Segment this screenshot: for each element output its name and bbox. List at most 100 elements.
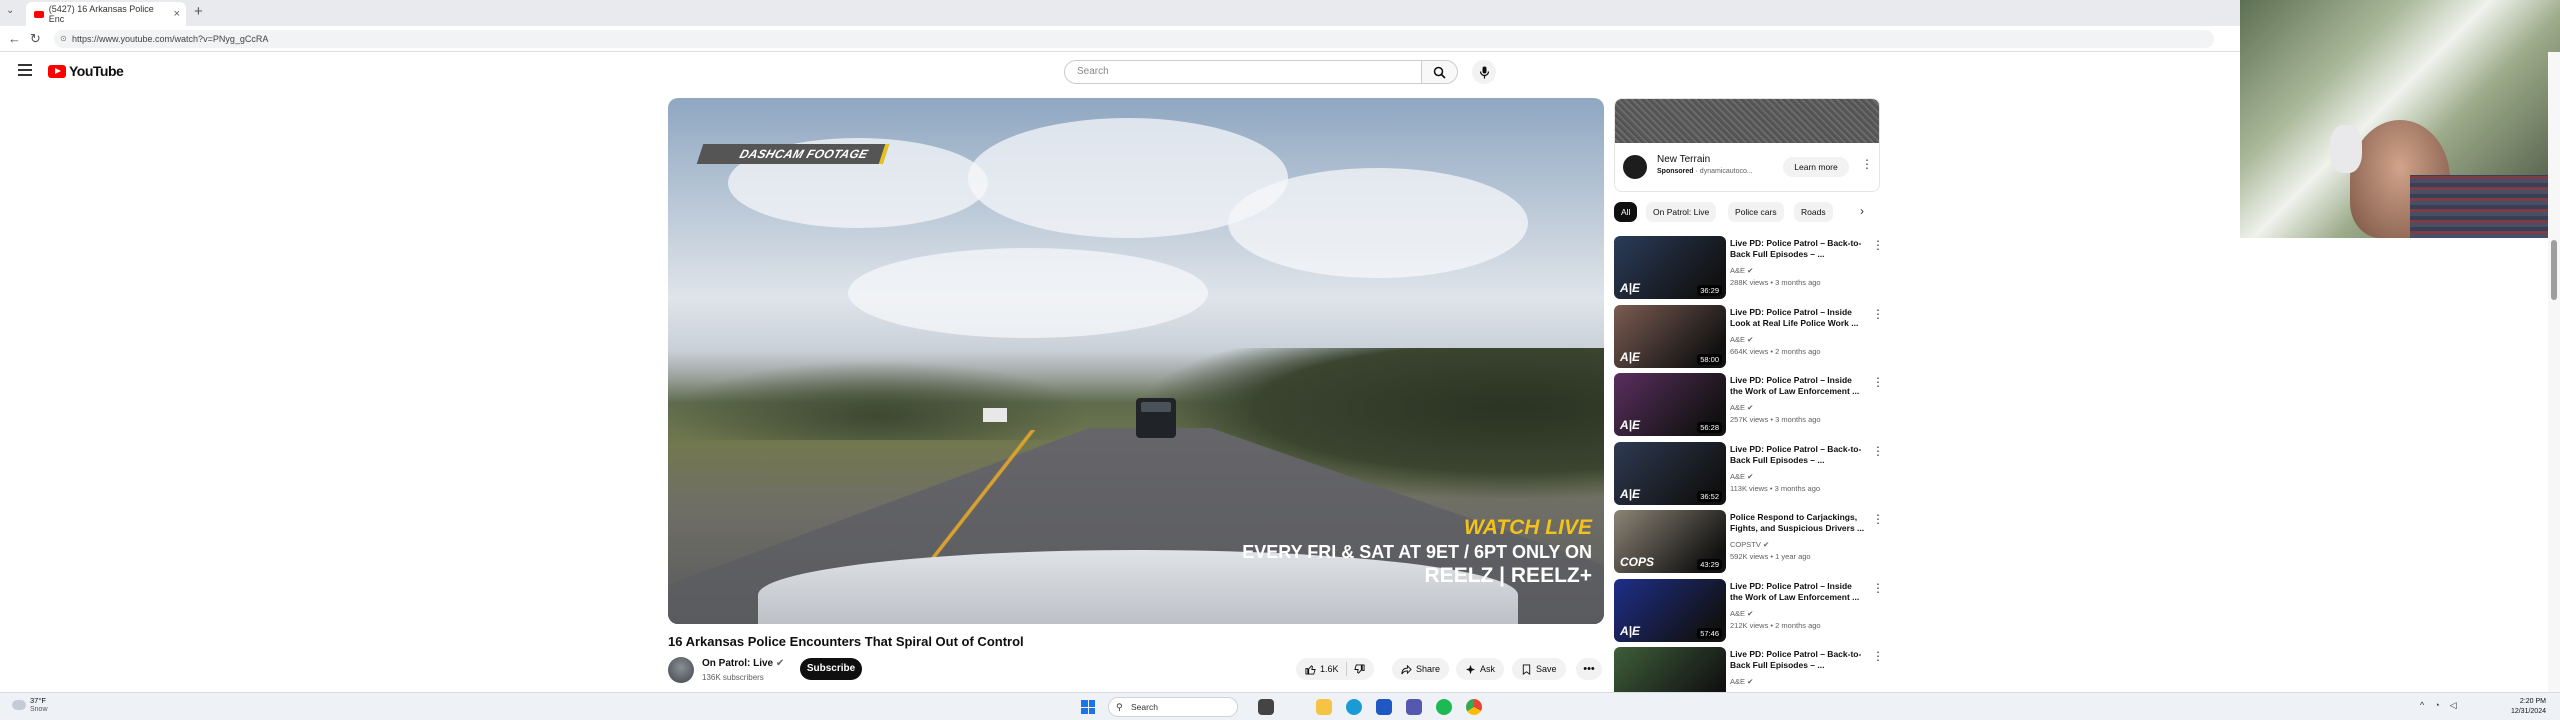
like-button[interactable]: 1.6K [1296, 658, 1374, 680]
subscribe-button[interactable]: Subscribe [800, 658, 862, 680]
chip-on-patrol-live[interactable]: On Patrol: Live [1646, 202, 1717, 222]
chip-all[interactable]: All [1614, 202, 1638, 222]
recommendation-item[interactable]: A|E 56:28 Live PD: Police Patrol – Inside … [1614, 373, 1884, 437]
webcam-overlay [2240, 0, 2560, 238]
recommendation-title[interactable]: Live PD: Police Patrol – Inside Look at … [1730, 307, 1866, 329]
channel-name[interactable]: On Patrol: Live ✔ [702, 658, 784, 669]
save-button[interactable]: Save [1512, 658, 1566, 680]
recommendation-meta: 664K views • 2 months ago [1730, 346, 1821, 356]
recommendation-thumbnail[interactable]: A|E 36:52 [1614, 441, 1726, 505]
verified-check-icon: ✔ [1747, 266, 1754, 275]
sponsored-ad-card[interactable]: New Terrain Sponsored · dynamicautoco...… [1614, 98, 1880, 192]
page-scrollbar[interactable] [2548, 52, 2560, 692]
recommendation-title[interactable]: Live PD: Police Patrol – Back-to-Back Fu… [1730, 444, 1866, 466]
video-treeline-left [668, 360, 1088, 440]
recommendation-thumbnail[interactable]: A|E 36:29 [1614, 236, 1726, 299]
more-vertical-icon[interactable]: ⋮ [1872, 581, 1884, 595]
page-scrollbar-thumb[interactable] [2551, 240, 2557, 300]
recommendation-thumbnail[interactable]: A|E 57:46 [1614, 578, 1726, 642]
recommendation-item[interactable]: A|E 58:00 Live PD: Police Patrol – Inside … [1614, 304, 1884, 369]
clock-time: 2:20 PM [2519, 698, 2546, 705]
more-vertical-icon[interactable]: ⋮ [1872, 444, 1884, 458]
recommendation-item[interactable]: A|E 36:29 Live PD: Police Patrol – Back-to… [1614, 236, 1884, 300]
tray-wifi-icon[interactable]: ◔ [2434, 700, 2439, 711]
tab-title: (5427) 16 Arkansas Police Enc [48, 4, 154, 24]
recommendation-item[interactable]: A|E 57:46 Live PD: Police Patrol – Inside … [1614, 578, 1884, 643]
teams-icon[interactable] [1406, 699, 1422, 715]
share-button[interactable]: Share [1392, 658, 1450, 680]
verified-check-icon: ✔ [1762, 540, 1770, 549]
store-icon[interactable] [1376, 699, 1392, 715]
chrome-icon[interactable] [1466, 699, 1482, 715]
recommendation-thumbnail[interactable]: COPS 43:29 [1614, 510, 1726, 573]
webcam-person-shirt [2410, 175, 2560, 238]
more-vertical-icon[interactable]: ⋮ [1872, 512, 1884, 526]
spotify-icon[interactable] [1436, 699, 1452, 715]
hamburger-menu-icon[interactable] [18, 64, 32, 79]
recommendation-meta: 592K views • 1 year ago [1730, 552, 1811, 561]
voice-search-button[interactable] [1472, 60, 1496, 84]
share-icon [1401, 664, 1412, 674]
url-field[interactable]: ⊙ https://www.youtube.com/watch?v=PNyg_g… [54, 30, 2214, 48]
video-player[interactable]: DASHCAM FOOTAGE WATCH LIVE EVERY FRI & S… [668, 98, 1604, 624]
learn-more-button[interactable]: Learn more [1783, 157, 1849, 177]
search-icon [1433, 66, 1446, 79]
snow-cloud-icon [12, 700, 26, 710]
tray-volume-icon[interactable]: ◁ [2450, 700, 2457, 711]
recommendation-meta: 113K views • 3 months ago [1730, 483, 1821, 493]
recommendation-thumbnail[interactable]: A|E 56:28 [1614, 373, 1726, 436]
promo-network: REELZ | REELZ+ [1424, 564, 1592, 587]
ask-button[interactable]: Ask [1456, 658, 1505, 680]
more-vertical-icon[interactable]: ⋮ [1872, 375, 1884, 389]
file-explorer-icon[interactable] [1316, 699, 1332, 715]
more-vertical-icon[interactable]: ⋮ [1872, 307, 1884, 321]
ad-title[interactable]: New Terrain [1657, 154, 1710, 165]
search-button[interactable] [1422, 60, 1458, 84]
back-arrow-icon[interactable]: ← [8, 31, 21, 46]
taskbar-clock[interactable]: 2:20 PM 12/31/2024 [2496, 697, 2546, 717]
ae-network-logo: A|E [1620, 349, 1641, 364]
tray-chevron-icon[interactable]: ^ [2420, 700, 2424, 711]
more-vertical-icon[interactable]: ⋮ [1872, 238, 1884, 252]
ae-network-logo: A|E [1620, 486, 1641, 501]
more-actions-button[interactable]: ••• [1576, 658, 1602, 680]
recommendation-thumbnail[interactable]: A|E 58:00 [1614, 304, 1726, 368]
reload-icon[interactable]: ↻ [30, 31, 41, 47]
recommendation-title[interactable]: Live PD: Police Patrol – Inside the Work… [1730, 581, 1866, 603]
ad-more-vertical-icon[interactable]: ⋮ [1861, 157, 1873, 171]
tab-list-chevron-icon[interactable]: ⌄ [6, 5, 14, 16]
recommendation-title[interactable]: Live PD: Police Patrol – Back-to-Back Fu… [1730, 649, 1866, 671]
video-cloud [848, 248, 1208, 338]
channel-name-text[interactable]: On Patrol: Live [702, 658, 773, 669]
new-tab-icon[interactable]: + [194, 3, 203, 20]
channel-avatar[interactable] [668, 657, 694, 683]
site-info-icon[interactable]: ⊙ [60, 30, 67, 48]
close-tab-icon[interactable]: × [174, 8, 180, 20]
recommendation-title[interactable]: Live PD: Police Patrol – Back-to-Back Fu… [1730, 238, 1866, 260]
chip-roads[interactable]: Roads [1794, 202, 1833, 222]
more-vertical-icon[interactable]: ⋮ [1872, 649, 1884, 663]
task-view-icon[interactable] [1258, 699, 1274, 715]
recommendation-item[interactable]: COPS 43:29 Police Respond to Carjackings, … [1614, 510, 1884, 574]
search-input[interactable]: Search [1064, 60, 1422, 84]
ad-logo [1623, 155, 1647, 179]
youtube-logo[interactable]: YouTube [48, 63, 124, 79]
edge-browser-icon[interactable] [1346, 699, 1362, 715]
recommendation-item[interactable]: A|E 36:52 Live PD: Police Patrol – Back-to… [1614, 441, 1884, 506]
recommendation-title[interactable]: Live PD: Police Patrol – Inside the Work… [1730, 375, 1866, 397]
chevron-right-icon[interactable]: › [1860, 204, 1864, 218]
recommendation-channel-name: A&E [1730, 677, 1746, 686]
thumbs-down-icon[interactable] [1353, 663, 1365, 675]
system-tray[interactable]: ^ ◔ ◁ [2420, 700, 2457, 711]
verified-check-icon: ✔ [1747, 334, 1754, 344]
taskbar-search[interactable]: ⚲ Search [1108, 697, 1238, 717]
ad-banner-image[interactable] [1615, 99, 1879, 143]
windows-start-icon[interactable] [1081, 700, 1095, 714]
video-suv [1136, 398, 1176, 438]
like-count: 1.6K [1320, 664, 1339, 674]
ae-network-logo: A|E [1620, 418, 1641, 432]
recommendation-title[interactable]: Police Respond to Carjackings, Fights, a… [1730, 512, 1866, 534]
browser-tab-active[interactable]: (5427) 16 Arkansas Police Enc × [26, 2, 186, 26]
chip-police-cars[interactable]: Police cars [1728, 202, 1784, 222]
weather-widget[interactable]: 37°F Snow [12, 696, 48, 714]
